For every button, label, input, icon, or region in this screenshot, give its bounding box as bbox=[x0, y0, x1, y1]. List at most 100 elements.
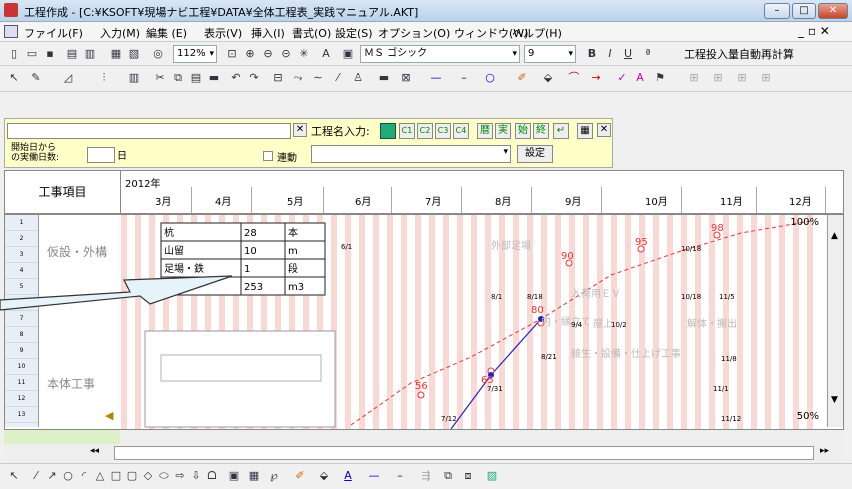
delete-icon[interactable]: ▬ bbox=[206, 70, 222, 86]
ellipse-tool-icon[interactable]: ○ bbox=[60, 468, 76, 484]
block-icon[interactable]: ▬ bbox=[376, 70, 392, 86]
menu-format[interactable]: 書式(O) bbox=[292, 25, 331, 41]
box-icon[interactable]: ⊠ bbox=[398, 70, 414, 86]
cut-icon[interactable]: ✂ bbox=[152, 70, 168, 86]
text-color-icon[interactable]: A bbox=[318, 46, 334, 62]
nav-left-button[interactable]: ◂◂ bbox=[90, 446, 99, 456]
arrow-tool-icon[interactable]: ↗ bbox=[44, 468, 60, 484]
sparkle-icon[interactable]: ✳ bbox=[296, 46, 312, 62]
gantt-icon-4[interactable]: ⊞ bbox=[758, 70, 774, 86]
flag-icon[interactable]: ⚑ bbox=[652, 70, 668, 86]
dash-style-tool-icon[interactable]: – bbox=[392, 468, 408, 484]
end-button[interactable]: 終 bbox=[533, 123, 549, 139]
auto-recalc-button[interactable]: 工程投入量自動再計算 bbox=[684, 46, 794, 62]
start-button[interactable]: 始 bbox=[515, 123, 531, 139]
menu-help[interactable]: ヘルプ(H) bbox=[512, 25, 562, 41]
font-select[interactable]: ＭＳ ゴシック bbox=[360, 45, 520, 63]
arc-tool-icon[interactable]: ◜ bbox=[76, 468, 92, 484]
bar-icon[interactable]: ⊟ bbox=[270, 70, 286, 86]
line-color-icon[interactable]: ✐ bbox=[514, 70, 530, 86]
align-icon[interactable]: ⫶ bbox=[96, 70, 112, 86]
zoom-minus-icon[interactable]: ⊝ bbox=[278, 46, 294, 62]
undo-icon[interactable]: ↶ bbox=[228, 70, 244, 86]
redo-icon[interactable]: ↷ bbox=[246, 70, 262, 86]
line-tool-icon[interactable]: ⁄ bbox=[28, 468, 44, 484]
column-icon[interactable]: ▥ bbox=[126, 70, 142, 86]
arrow-style-tool-icon[interactable]: ⇶ bbox=[418, 468, 434, 484]
curve-style-icon[interactable]: ⌒ bbox=[566, 70, 582, 86]
zoom-fit-icon[interactable]: ⊡ bbox=[224, 46, 240, 62]
mdi-controls[interactable]: _ ▫ ✕ bbox=[798, 24, 830, 38]
fill-color-icon[interactable]: ⬙ bbox=[540, 70, 556, 86]
c3-button[interactable]: C3 bbox=[435, 123, 451, 139]
close-button[interactable]: ✕ bbox=[818, 3, 848, 19]
vertical-scrollbar[interactable]: ▲ ▼ bbox=[827, 215, 843, 427]
print-preview-icon[interactable]: ▤ bbox=[64, 46, 80, 62]
print-icon[interactable]: ▥ bbox=[82, 46, 98, 62]
rect-tool-icon[interactable]: □ bbox=[108, 468, 124, 484]
font-color-tool-icon[interactable]: A bbox=[340, 468, 356, 484]
enter-icon[interactable]: ↵ bbox=[553, 123, 569, 139]
clear-icon[interactable]: ✕ bbox=[293, 123, 307, 137]
menu-edit[interactable]: 編集 (E) bbox=[146, 25, 187, 41]
line-icon[interactable]: ⁄ bbox=[330, 70, 346, 86]
task-select[interactable]: ▾ bbox=[311, 145, 511, 163]
gantt-icon-3[interactable]: ⊞ bbox=[734, 70, 750, 86]
scroll-down-icon[interactable]: ▼ bbox=[831, 395, 838, 405]
calendar-button[interactable]: 暦 bbox=[477, 123, 493, 139]
calc-tool-icon[interactable]: ▦ bbox=[246, 468, 262, 484]
image-tool-icon[interactable]: ▣ bbox=[226, 468, 242, 484]
scroll-up-icon[interactable]: ▲ bbox=[831, 231, 838, 241]
close-panel-icon[interactable]: ✕ bbox=[597, 123, 611, 137]
underline-button[interactable]: U bbox=[620, 46, 636, 62]
horizontal-scrollbar[interactable] bbox=[114, 446, 814, 460]
chart-icon[interactable]: ▧ bbox=[126, 46, 142, 62]
solid-line-icon[interactable]: — bbox=[428, 70, 444, 86]
c2-button[interactable]: C2 bbox=[417, 123, 433, 139]
set-button[interactable]: 設定 bbox=[517, 145, 553, 163]
rounded-rect-tool-icon[interactable]: ▢ bbox=[124, 468, 140, 484]
frame-icon[interactable]: ▣ bbox=[340, 46, 356, 62]
mark-icon[interactable]: ✓ bbox=[614, 70, 630, 86]
menu-file[interactable]: ファイル(F) bbox=[24, 25, 83, 41]
menu-input[interactable]: 入力(M) bbox=[100, 25, 140, 41]
calculator-icon[interactable] bbox=[380, 123, 396, 139]
capsule-tool-icon[interactable]: ⬭ bbox=[156, 468, 172, 484]
line-style-tool-icon[interactable]: — bbox=[366, 468, 382, 484]
new-icon[interactable]: ▯ bbox=[6, 46, 22, 62]
zoom-in-icon[interactable]: ⊕ bbox=[242, 46, 258, 62]
italic-button[interactable]: I bbox=[602, 46, 618, 62]
shape-icon[interactable]: ◿ bbox=[60, 70, 76, 86]
gantt-icon-1[interactable]: ⊞ bbox=[686, 70, 702, 86]
line-color-tool-icon[interactable]: ✐ bbox=[292, 468, 308, 484]
pointer-icon[interactable]: ↖ bbox=[6, 70, 22, 86]
menu-options[interactable]: オプション(O) bbox=[378, 25, 450, 41]
diamond-tool-icon[interactable]: ◇ bbox=[140, 468, 156, 484]
menu-settings[interactable]: 設定(S) bbox=[335, 25, 373, 41]
paste-icon[interactable]: ▤ bbox=[188, 70, 204, 86]
arrow-line-icon[interactable]: ⤳ bbox=[290, 70, 306, 86]
right-arrow-tool-icon[interactable]: ⇨ bbox=[172, 468, 188, 484]
minimize-button[interactable]: – bbox=[764, 3, 790, 19]
milestone-icon[interactable]: ♙ bbox=[350, 70, 366, 86]
gantt-icon-2[interactable]: ⊞ bbox=[710, 70, 726, 86]
text-a-icon[interactable]: A bbox=[632, 70, 648, 86]
send-back-icon[interactable]: ⧈ bbox=[460, 468, 476, 484]
task-name-field[interactable] bbox=[7, 123, 291, 139]
zoom-out-icon[interactable]: ⊖ bbox=[260, 46, 276, 62]
menu-insert[interactable]: 挿入(I) bbox=[251, 25, 285, 41]
maximize-button[interactable]: □ bbox=[792, 3, 816, 19]
arrow-style-icon[interactable]: → bbox=[588, 70, 604, 86]
nav-right-button[interactable]: ▸▸ bbox=[820, 446, 829, 456]
start-days-input[interactable] bbox=[87, 147, 115, 163]
triangle-tool-icon[interactable]: △ bbox=[92, 468, 108, 484]
grid-icon[interactable]: ▦ bbox=[577, 123, 593, 139]
actual-button[interactable]: 実 bbox=[495, 123, 511, 139]
bold-button[interactable]: B bbox=[584, 46, 600, 62]
fill-tool-icon[interactable]: ⬙ bbox=[316, 468, 332, 484]
c4-button[interactable]: C4 bbox=[453, 123, 469, 139]
refresh-icon[interactable]: ◎ bbox=[150, 46, 166, 62]
save-icon[interactable]: ▪ bbox=[42, 46, 58, 62]
superscript-icon[interactable]: ª bbox=[640, 46, 656, 62]
link-checkbox[interactable] bbox=[263, 151, 273, 161]
